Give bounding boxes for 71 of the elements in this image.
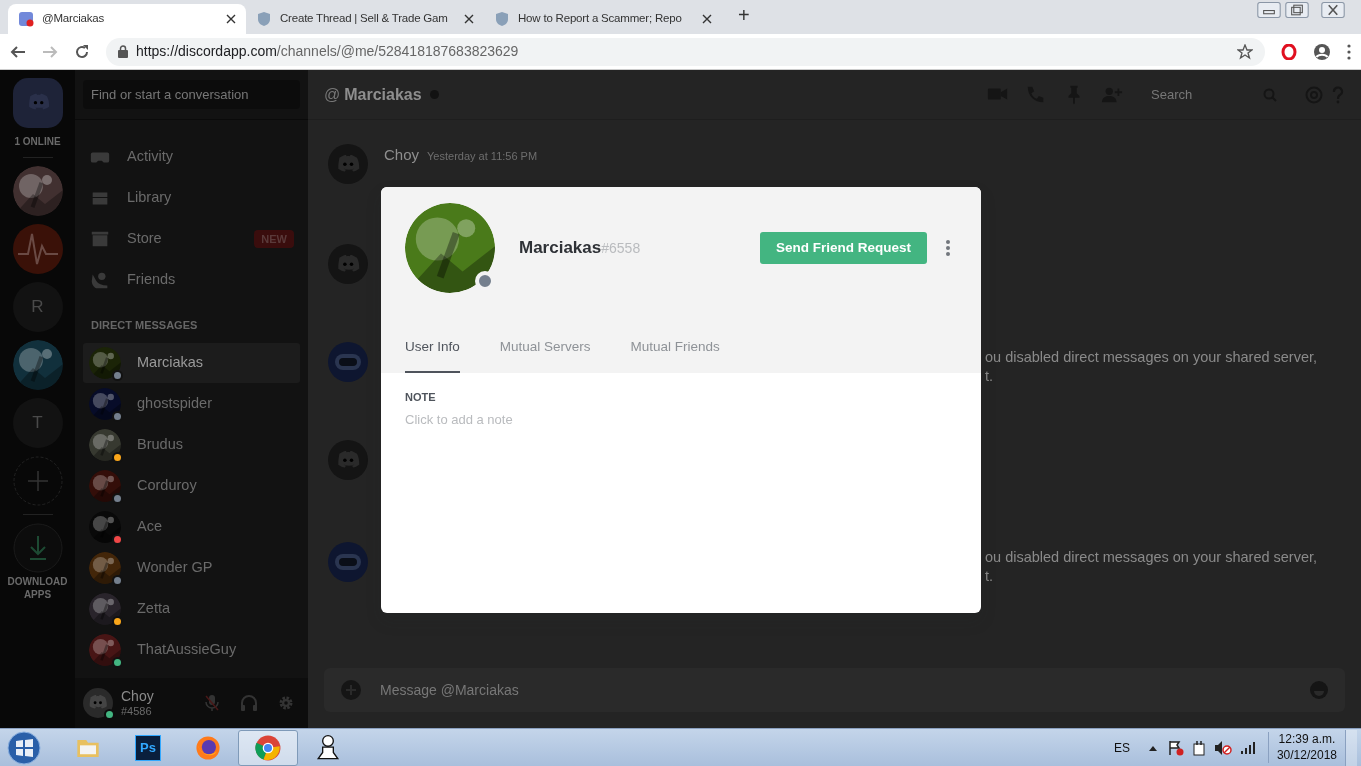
dm-item[interactable]: Ace: [83, 506, 300, 547]
search-field[interactable]: Find or start a conversation: [83, 79, 300, 110]
profile-tab[interactable]: Mutual Servers: [499, 336, 591, 373]
user-tag: #4586: [121, 704, 190, 717]
message-text: t.: [985, 567, 995, 586]
nav-item[interactable]: Friends: [83, 260, 300, 300]
shield-icon: [256, 11, 272, 27]
language-indicator[interactable]: ES: [1113, 738, 1130, 757]
timestamp: Yesterday at 11:56 PM: [427, 149, 538, 164]
friend-request-button[interactable]: Send Friend Request: [759, 232, 927, 264]
signal-icon[interactable]: [1239, 740, 1256, 755]
clock-date[interactable]: 30/12/2018: [1276, 747, 1337, 764]
avatar-icon: [328, 144, 368, 184]
profile-tab[interactable]: Mutual Friends: [630, 336, 720, 373]
robot-icon: [328, 342, 368, 382]
url-text: https://discordapp.com/channels/@me/528418187683823629: [136, 42, 520, 61]
message-text: t.: [985, 367, 995, 386]
dm-item[interactable]: Wonder GP: [83, 547, 300, 588]
nav-item[interactable]: Activity: [83, 137, 300, 177]
dm-item[interactable]: Marciakas: [83, 342, 300, 383]
close-icon[interactable]: [464, 14, 474, 24]
profile-name: Marciakas#6558: [519, 237, 642, 260]
avatar-icon: [328, 244, 368, 284]
note-label: NOTE: [405, 390, 437, 405]
robot-icon: [328, 542, 368, 582]
profile-tab[interactable]: User Info: [405, 336, 460, 373]
account-icon[interactable]: [1313, 42, 1331, 61]
restore-icon[interactable]: [1285, 2, 1309, 18]
shield-icon: [494, 11, 510, 27]
close-icon[interactable]: [702, 14, 712, 24]
browser-tab[interactable]: How to Report a Scammer; Repo: [484, 4, 722, 34]
minimize-icon[interactable]: [1257, 2, 1281, 18]
star-icon[interactable]: [1237, 43, 1253, 60]
opera-icon[interactable]: [1281, 43, 1297, 60]
message-text: ou disabled direct messages on your shared server,: [985, 348, 1318, 367]
close-icon[interactable]: [226, 14, 236, 24]
browser-tab[interactable]: @Marciakas: [8, 4, 246, 34]
more-icon[interactable]: [945, 239, 951, 257]
at-sign: @: [324, 84, 341, 105]
server-icon[interactable]: R: [12, 282, 63, 332]
clock-time[interactable]: 12:39 a.m.: [1278, 731, 1336, 748]
server-icon[interactable]: T: [12, 398, 63, 448]
dm-item[interactable]: Zetta: [83, 588, 300, 629]
username: Choy: [121, 689, 155, 705]
taskbar-app[interactable]: Ps: [118, 729, 178, 766]
server-icon[interactable]: [12, 224, 63, 274]
start-button[interactable]: [4, 729, 44, 766]
back-icon[interactable]: [10, 43, 26, 60]
menu-icon[interactable]: [1347, 43, 1351, 60]
dm-item[interactable]: Corduroy: [83, 465, 300, 506]
author-name: Choy: [384, 145, 420, 165]
reload-icon[interactable]: [74, 43, 90, 60]
action-center-icon[interactable]: [1167, 739, 1184, 756]
address-bar[interactable]: https://discordapp.com/channels/@me/528418187683823629: [106, 37, 1265, 66]
browser-tab[interactable]: Create Thread | Sell & Trade Gam: [246, 4, 484, 34]
lock-icon: [118, 45, 128, 58]
new-tab-button[interactable]: +: [722, 0, 766, 34]
search-field[interactable]: Search: [1149, 83, 1263, 106]
dm-item[interactable]: ghostspider: [83, 383, 300, 424]
avatar-icon: [328, 440, 368, 480]
channel-title: Marciakas: [344, 84, 422, 105]
avatar-icon: [83, 688, 113, 718]
dm-item[interactable]: Brudus: [83, 424, 300, 465]
volume-icon[interactable]: [1213, 739, 1232, 756]
section-title: DIRECT MESSAGES: [90, 318, 199, 333]
download-label: DOWNLOAD APPS: [6, 575, 69, 601]
message-text: ou disabled direct messages on your shared server,: [985, 548, 1318, 567]
online-count: 1 ONLINE: [14, 135, 61, 149]
dm-item[interactable]: ThatAussieGuy: [83, 629, 300, 670]
nav-item[interactable]: Library: [83, 178, 300, 218]
discord-icon: [18, 11, 34, 27]
